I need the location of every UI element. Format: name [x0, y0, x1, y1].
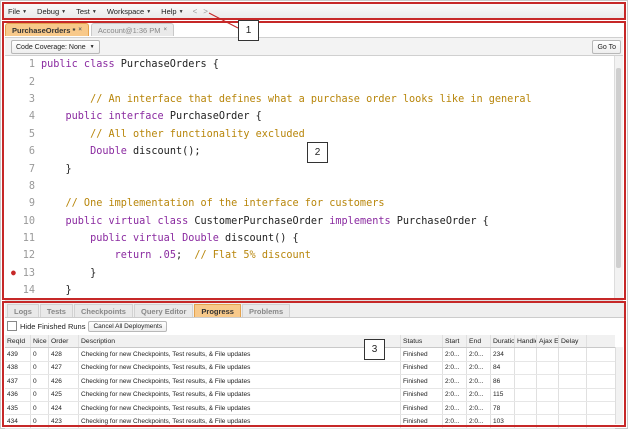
- callout-leader-line: [208, 12, 239, 29]
- callout-1: 1: [238, 20, 259, 41]
- developer-console-window: File ▼ Debug ▼ Test ▼ Workspace ▼ Help ▼ < > Purcha…: [0, 0, 628, 429]
- callout-2: 2: [307, 142, 328, 163]
- callout-3: 3: [364, 339, 385, 360]
